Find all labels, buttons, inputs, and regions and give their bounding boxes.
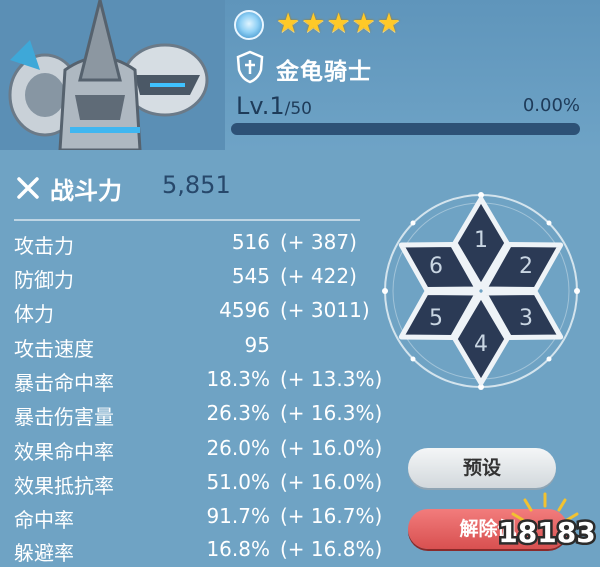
rune-slot-number: 3 [519, 306, 533, 331]
site-watermark-logo: 18183 [496, 492, 598, 552]
stat-bonus: (+ 16.7%) [280, 504, 383, 528]
hero-portrait [0, 0, 225, 150]
rune-board: 1 2 3 4 5 6 [382, 192, 580, 390]
stat-row: 效果抵抗率 51.0% (+ 16.0%) [14, 470, 384, 500]
stat-label: 攻击力 [14, 234, 74, 258]
svg-text:18183: 18183 [498, 516, 595, 549]
stat-value: 516 [231, 230, 270, 254]
level-prefix: Lv. [236, 92, 270, 120]
hero-name: 金龟骑士 [276, 59, 372, 85]
rune-slot-number: 6 [429, 254, 443, 279]
stat-value: 18.3% [206, 367, 270, 391]
stat-value: 4596 [219, 298, 270, 322]
stat-label: 防御力 [14, 268, 74, 292]
star-rating: ★ ★ ★ ★ ★ [276, 10, 401, 38]
stat-value: 91.7% [206, 504, 270, 528]
rune-slot-number: 1 [474, 228, 488, 253]
stat-row: 攻击速度 95 [14, 333, 384, 363]
stat-bonus: (+ 16.0%) [280, 470, 383, 494]
stat-label: 暴击伤害量 [14, 405, 114, 429]
hero-header: ★ ★ ★ ★ ★ 金龟骑士 Lv.1/50 0.00% [0, 0, 600, 150]
rune-slot-number: 4 [474, 332, 488, 357]
rune-slot-number: 2 [519, 254, 533, 279]
star-icon: ★ [351, 8, 376, 39]
exp-bar [231, 123, 580, 135]
stat-label: 暴击命中率 [14, 371, 114, 395]
stat-row: 效果命中率 26.0% (+ 16.0%) [14, 436, 384, 466]
combat-power-label: 战斗力 [50, 177, 122, 205]
stat-row: 命中率 91.7% (+ 16.7%) [14, 504, 384, 534]
stat-row: 躲避率 16.8% (+ 16.8%) [14, 537, 384, 567]
stat-value: 26.3% [206, 401, 270, 425]
star-icon: ★ [276, 8, 301, 39]
stat-row: 防御力 545 (+ 422) [14, 264, 384, 294]
stat-label: 攻击速度 [14, 337, 94, 361]
level-max: /50 [284, 99, 312, 119]
star-icon: ★ [376, 8, 402, 39]
level-value: 1 [269, 92, 285, 120]
stat-label: 躲避率 [14, 541, 74, 565]
shield-class-icon [236, 50, 264, 84]
combat-power-value: 5,851 [162, 171, 231, 199]
stat-row: 攻击力 516 (+ 387) [14, 230, 384, 260]
stat-bonus: (+ 387) [280, 230, 357, 254]
divider [14, 219, 360, 221]
stat-value: 16.8% [206, 537, 270, 561]
star-icon: ★ [326, 8, 351, 39]
stat-bonus: (+ 16.3%) [280, 401, 383, 425]
stat-row: 暴击伤害量 26.3% (+ 16.3%) [14, 401, 384, 431]
stat-row: 体力 4596 (+ 3011) [14, 298, 384, 328]
stat-bonus: (+ 13.3%) [280, 367, 383, 391]
stat-bonus: (+ 16.0%) [280, 436, 383, 460]
stat-value: 51.0% [206, 470, 270, 494]
stat-row: 暴击命中率 18.3% (+ 13.3%) [14, 367, 384, 397]
rune-slot-number: 5 [429, 306, 443, 331]
stat-bonus: (+ 16.8%) [280, 537, 383, 561]
stat-bonus: (+ 422) [280, 264, 357, 288]
stat-value: 545 [231, 264, 270, 288]
stat-value: 95 [244, 333, 270, 357]
crossed-swords-icon [17, 177, 39, 199]
star-icon: ★ [301, 8, 326, 39]
exp-percent: 0.00% [522, 95, 580, 116]
stat-label: 命中率 [14, 508, 74, 532]
stat-bonus: (+ 3011) [280, 298, 370, 322]
hero-level: Lv.1/50 [236, 92, 312, 120]
stat-label: 效果抵抗率 [14, 474, 114, 498]
stat-label: 效果命中率 [14, 440, 114, 464]
stat-label: 体力 [14, 302, 54, 326]
water-element-icon [234, 10, 264, 40]
stat-value: 26.0% [206, 436, 270, 460]
preset-button[interactable]: 预设 [408, 448, 556, 488]
